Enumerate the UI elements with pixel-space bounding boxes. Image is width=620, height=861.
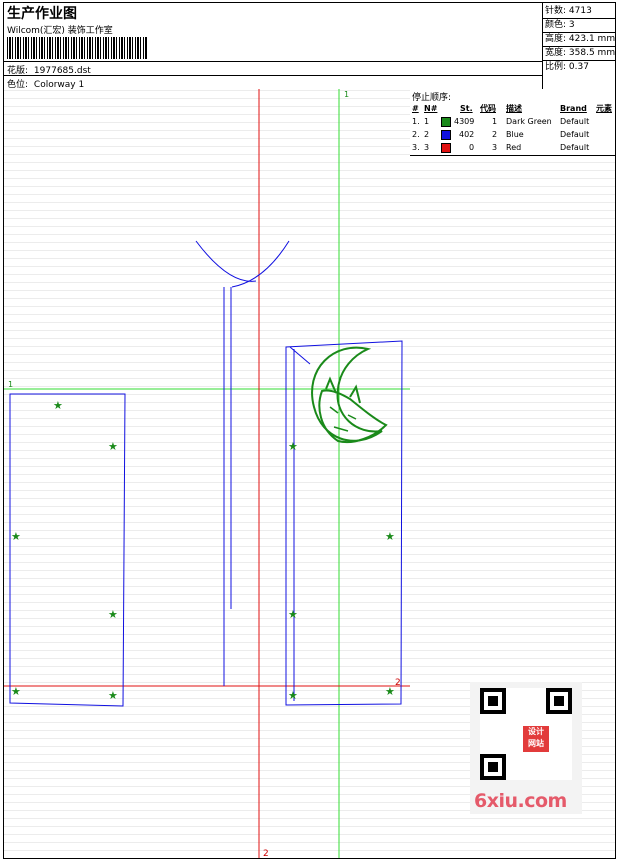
table-row: 1. 1 4309 1 Dark Green Default [412,117,590,127]
color-swatch [441,130,451,140]
design-canvas: 1 1 2 2 ★ ★ ★ ★ ★ ★ ★ ★ ★ ★ ★ [4,89,411,858]
star-icon: ★ [11,685,21,698]
table-row: 3. 3 0 3 Red Default [412,143,590,153]
col-stitches: St. [460,104,473,113]
star-icon: ★ [108,689,118,702]
right-panel-notch [289,346,311,365]
stat-stitches: 针数: 4713 [543,5,616,19]
divider [4,75,542,76]
divider [4,61,542,62]
col-n: N# [424,104,438,113]
star-motifs: ★ ★ ★ ★ ★ ★ ★ ★ ★ ★ ★ [11,399,395,702]
design-stats: 针数: 4713 颜色: 3 高度: 423.1 mm 宽度: 358.5 mm… [542,3,616,89]
guide-label-bottom: 2 [263,849,269,858]
cat-face [329,406,357,432]
watermark-site: 6xiu.com [474,790,567,812]
col-element: 元素 [596,104,612,113]
color-swatch [441,117,451,127]
stat-width: 宽度: 358.5 mm [543,47,616,61]
col-code: 代码 [480,104,496,113]
star-icon: ★ [53,399,63,412]
collar-left-curve [195,240,257,282]
moon-cat-motif [311,346,388,443]
col-desc: 描述 [506,104,522,113]
qr-watermark: 设计 网站 6xiu.com [470,682,582,814]
page-title: 生产作业图 [7,6,77,22]
header-info: 生产作业图 Wilcom(汇宏) 装饰工作室 花版: 1977685.dst 色… [4,3,542,90]
guide-label-left: 1 [8,380,13,389]
stat-height: 高度: 423.1 mm [543,33,616,47]
moon-icon [311,346,383,442]
star-icon: ★ [11,530,21,543]
stop-sequence-table: 停止顺序: # N# St. 代码 描述 Brand 元素 1. 1 4309 … [410,89,615,156]
star-icon: ★ [385,530,395,543]
embroidery-preview: 1 1 2 2 ★ ★ ★ ★ ★ ★ ★ ★ ★ ★ ★ [4,89,410,858]
guide-label-right: 2 [395,678,401,688]
star-icon: ★ [288,608,298,621]
stat-colors: 颜色: 3 [543,19,616,33]
stat-scale: 比例: 0.37 [545,62,589,72]
collar-right-curve [231,240,290,288]
col-index: # [412,104,419,113]
table-row: 2. 2 402 2 Blue Default [412,130,590,140]
star-icon: ★ [288,689,298,702]
col-brand: Brand [560,104,587,113]
table-header: # N# St. 代码 描述 Brand 元素 [410,102,615,115]
star-icon: ★ [108,440,118,453]
qr-code: 设计 网站 [480,688,572,780]
barcode [7,37,147,59]
star-icon: ★ [108,608,118,621]
watermark-seal: 设计 网站 [523,726,549,752]
header: 生产作业图 Wilcom(汇宏) 装饰工作室 花版: 1977685.dst 色… [4,3,616,90]
guide-label-top: 1 [344,90,349,99]
star-icon: ★ [385,685,395,698]
studio-subtitle: Wilcom(汇宏) 装饰工作室 [7,26,113,36]
color-swatch [441,143,451,153]
star-icon: ★ [288,440,298,453]
